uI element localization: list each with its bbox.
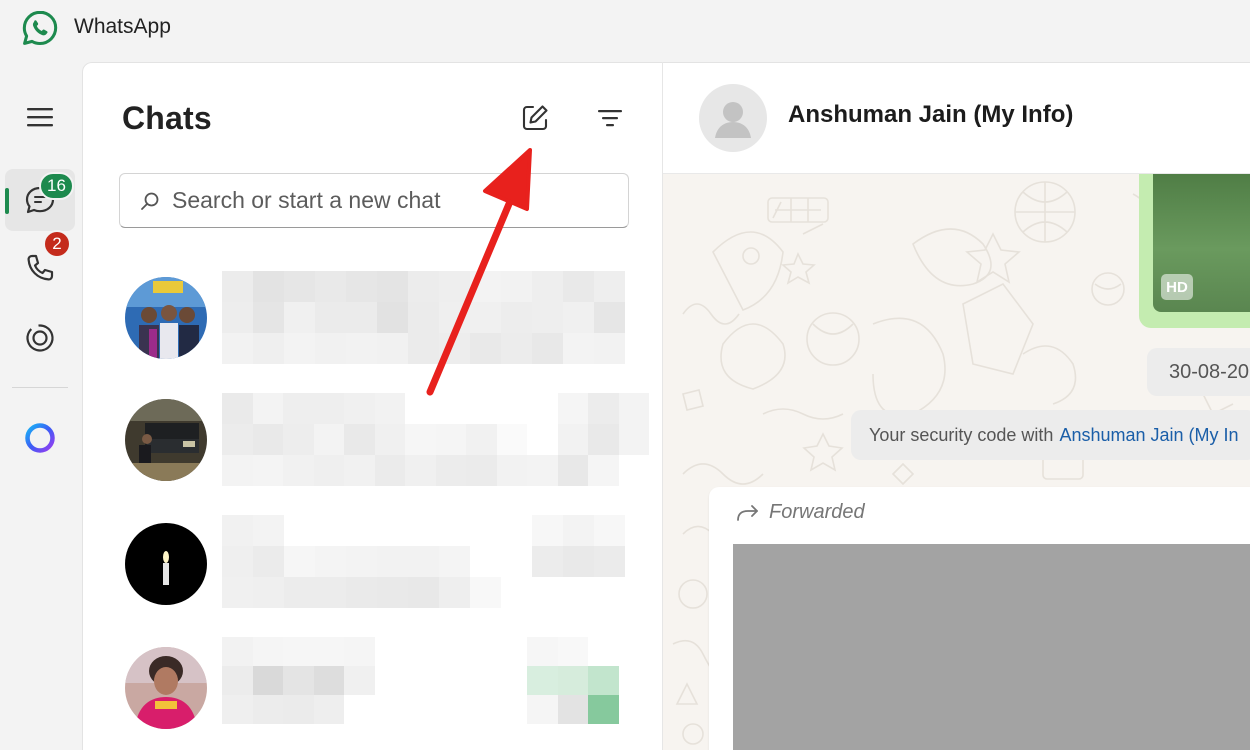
filter-icon	[598, 110, 622, 127]
menu-button[interactable]	[5, 86, 75, 148]
blurred-chat-preview	[222, 271, 625, 364]
missed-calls-badge: 2	[43, 230, 71, 258]
contact-avatar	[125, 647, 207, 729]
hd-badge: HD	[1161, 274, 1193, 300]
contact-avatar-placeholder[interactable]	[699, 84, 767, 152]
security-code-notice[interactable]: Your security code with Anshuman Jain (M…	[851, 410, 1250, 460]
conversation-body: HD 30-08-20 Your security code with Ansh…	[663, 174, 1250, 750]
blurred-chat-preview	[222, 515, 625, 608]
chats-nav-button[interactable]: 16	[5, 169, 75, 231]
media-thumbnail[interactable]: HD	[1153, 174, 1250, 312]
new-chat-compose-icon	[522, 105, 548, 131]
status-ring-icon	[26, 324, 54, 352]
chat-list-item[interactable]	[83, 257, 663, 379]
status-nav-button[interactable]	[5, 307, 75, 369]
blurred-chat-preview	[222, 393, 649, 486]
sent-media-message[interactable]: HD	[1139, 174, 1250, 328]
date-separator: 30-08-20	[1147, 348, 1250, 396]
forwarded-indicator: Forwarded	[735, 501, 865, 524]
security-notice-text: Your security code with	[869, 424, 1054, 445]
meta-ai-ring-icon	[25, 423, 55, 453]
whatsapp-logo-icon	[22, 10, 58, 46]
chats-title: Chats	[122, 100, 212, 136]
search-box[interactable]	[119, 173, 629, 228]
app-title: WhatsApp	[74, 15, 171, 38]
blurred-chat-preview	[222, 637, 649, 724]
conversation-header[interactable]: Anshuman Jain (My Info)	[663, 62, 1250, 174]
meta-ai-button[interactable]	[5, 407, 75, 469]
security-notice-contact-link[interactable]: Anshuman Jain (My In	[1059, 425, 1238, 446]
forwarded-label: Forwarded	[769, 501, 865, 523]
chat-list-item[interactable]	[83, 627, 663, 749]
rail-divider	[12, 387, 68, 388]
calls-nav-button[interactable]: 2	[5, 230, 75, 299]
contact-name[interactable]: Anshuman Jain (My Info)	[788, 101, 1073, 129]
forwarded-message[interactable]: Forwarded	[709, 487, 1250, 750]
search-icon	[141, 192, 159, 210]
default-avatar-icon	[715, 102, 751, 138]
filter-button[interactable]	[588, 96, 632, 140]
navigation-rail: 16 2	[0, 60, 82, 750]
forwarded-media-thumbnail[interactable]	[733, 544, 1250, 750]
contact-avatar	[125, 523, 207, 605]
hamburger-icon	[27, 108, 53, 127]
search-input[interactable]	[172, 187, 612, 214]
chat-list-item[interactable]	[83, 503, 663, 625]
chats-panel: Chats	[82, 62, 663, 750]
chat-list-item[interactable]	[83, 379, 663, 501]
forward-arrow-icon	[737, 504, 758, 521]
new-chat-button[interactable]	[513, 96, 557, 140]
unread-chats-badge: 16	[39, 172, 74, 200]
contact-avatar	[125, 399, 207, 481]
contact-avatar	[125, 277, 207, 359]
title-bar: WhatsApp	[0, 0, 1250, 56]
